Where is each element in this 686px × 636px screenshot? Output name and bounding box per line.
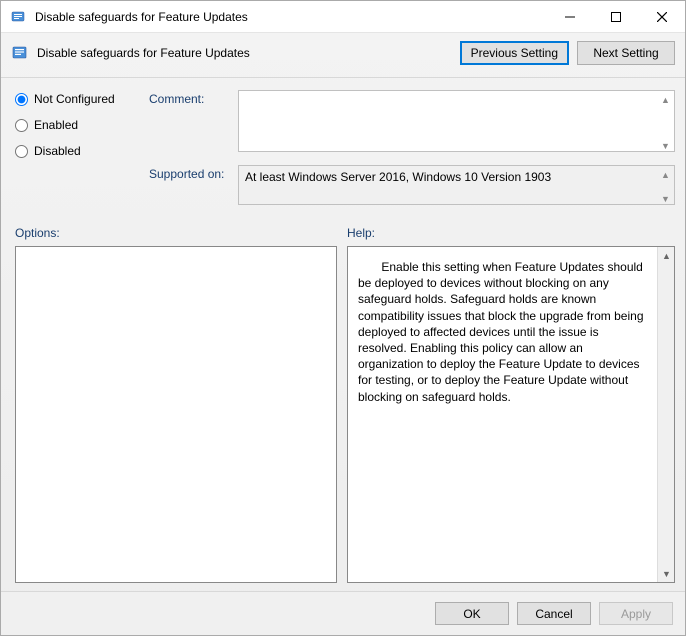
help-text: Enable this setting when Feature Updates… bbox=[348, 247, 657, 582]
cancel-button[interactable]: Cancel bbox=[517, 602, 591, 625]
next-setting-button[interactable]: Next Setting bbox=[577, 41, 675, 65]
radio-enabled-input[interactable] bbox=[15, 119, 28, 132]
help-text-body: Enable this setting when Feature Updates… bbox=[358, 260, 644, 404]
apply-button[interactable]: Apply bbox=[599, 602, 673, 625]
supported-on-display bbox=[238, 165, 675, 205]
comment-label: Comment: bbox=[149, 90, 234, 106]
config-area: Not Configured Enabled Disabled Comment: bbox=[1, 78, 685, 212]
window-title: Disable safeguards for Feature Updates bbox=[35, 10, 248, 24]
gpo-editor-window: Disable safeguards for Feature Updates D… bbox=[0, 0, 686, 636]
close-button[interactable] bbox=[639, 1, 685, 33]
dialog-footer: OK Cancel Apply bbox=[1, 591, 685, 635]
titlebar: Disable safeguards for Feature Updates bbox=[1, 1, 685, 33]
radio-not-configured-input[interactable] bbox=[15, 93, 28, 106]
scroll-down-icon: ▼ bbox=[657, 137, 674, 154]
policy-header: Disable safeguards for Feature Updates P… bbox=[1, 33, 685, 78]
scroll-up-icon: ▲ bbox=[657, 166, 674, 183]
supported-scrollbar[interactable]: ▲ ▼ bbox=[657, 166, 674, 207]
comment-row: Comment: ▲ ▼ bbox=[149, 90, 675, 155]
radio-disabled-input[interactable] bbox=[15, 145, 28, 158]
help-scrollbar[interactable]: ▲ ▼ bbox=[657, 247, 674, 582]
panels: Enable this setting when Feature Updates… bbox=[1, 246, 685, 591]
scroll-up-icon: ▲ bbox=[657, 91, 674, 108]
radio-disabled-label: Disabled bbox=[34, 144, 81, 158]
app-icon bbox=[11, 9, 27, 25]
maximize-button[interactable] bbox=[593, 1, 639, 33]
radio-enabled[interactable]: Enabled bbox=[15, 118, 135, 132]
policy-title: Disable safeguards for Feature Updates bbox=[37, 46, 452, 60]
section-labels: Options: Help: bbox=[1, 212, 685, 246]
radio-disabled[interactable]: Disabled bbox=[15, 144, 135, 158]
ok-button[interactable]: OK bbox=[435, 602, 509, 625]
radio-not-configured[interactable]: Not Configured bbox=[15, 92, 135, 106]
scroll-up-icon: ▲ bbox=[658, 247, 675, 264]
state-radio-group: Not Configured Enabled Disabled bbox=[15, 90, 135, 208]
client-area: Disable safeguards for Feature Updates P… bbox=[1, 33, 685, 635]
supported-label: Supported on: bbox=[149, 165, 234, 181]
help-label: Help: bbox=[347, 226, 675, 240]
comment-input[interactable] bbox=[238, 90, 675, 152]
fields-column: Comment: ▲ ▼ Supported on: ▲ bbox=[149, 90, 675, 208]
previous-setting-button[interactable]: Previous Setting bbox=[460, 41, 569, 65]
radio-enabled-label: Enabled bbox=[34, 118, 78, 132]
options-label: Options: bbox=[15, 226, 347, 240]
options-panel bbox=[15, 246, 337, 583]
scroll-down-icon: ▼ bbox=[657, 190, 674, 207]
supported-row: Supported on: ▲ ▼ bbox=[149, 165, 675, 208]
minimize-button[interactable] bbox=[547, 1, 593, 33]
help-panel: Enable this setting when Feature Updates… bbox=[347, 246, 675, 583]
comment-scrollbar[interactable]: ▲ ▼ bbox=[657, 91, 674, 154]
scroll-down-icon: ▼ bbox=[658, 565, 675, 582]
policy-icon bbox=[11, 44, 29, 62]
radio-not-configured-label: Not Configured bbox=[34, 92, 115, 106]
